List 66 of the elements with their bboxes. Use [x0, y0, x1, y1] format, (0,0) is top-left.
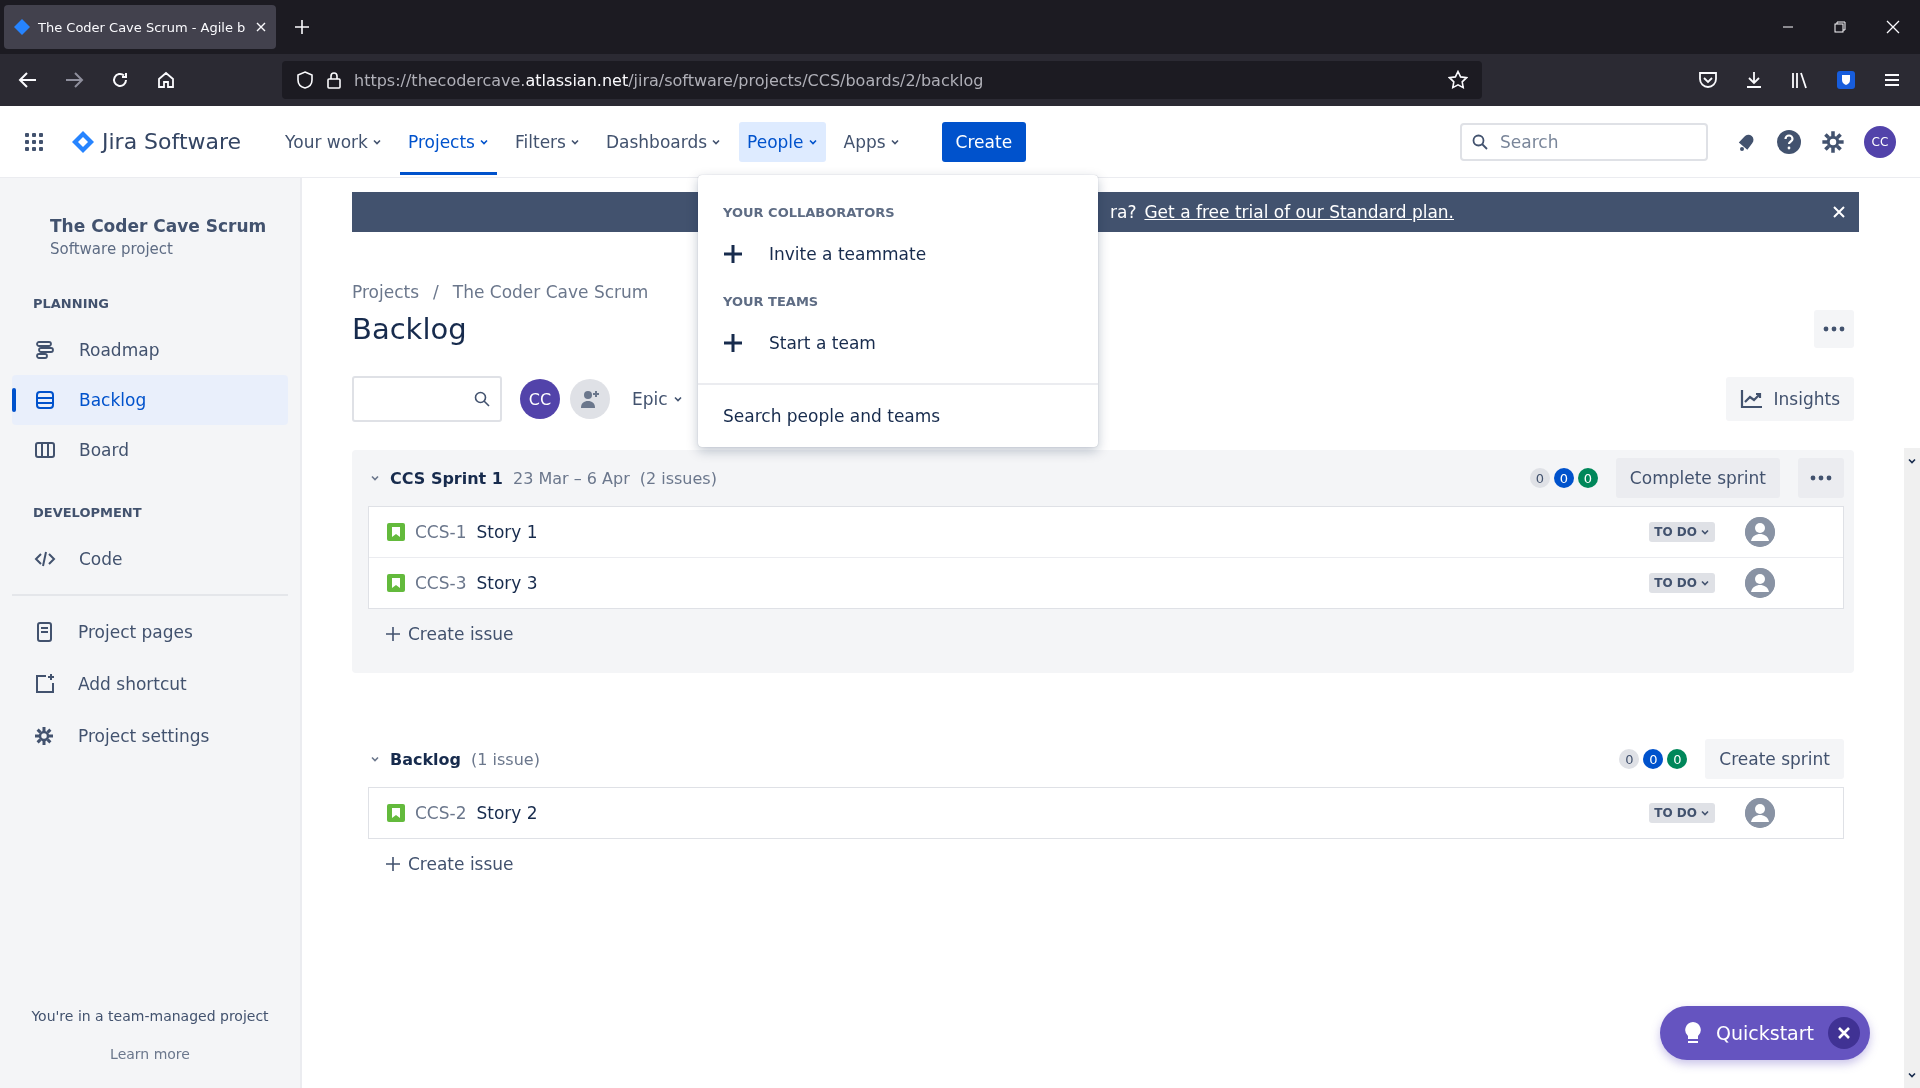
menu-heading: YOUR TEAMS — [722, 293, 820, 311]
count-badge: 0 — [1643, 749, 1664, 769]
create-issue-button[interactable]: Create issue — [370, 839, 530, 889]
project-name: The Coder Cave Scrum — [50, 216, 267, 236]
page-title: Backlog — [352, 312, 467, 346]
insights-button[interactable]: Insights — [1725, 377, 1854, 421]
sidebar-link[interactable]: Project pages — [12, 606, 288, 658]
user-avatar[interactable]: CC — [1864, 125, 1896, 158]
complete-sprint-button[interactable]: Complete sprint — [1615, 458, 1780, 498]
sprint-name[interactable]: Backlog — [390, 749, 462, 769]
issue-row[interactable]: CCS-3 Story 3 TO DO — [369, 558, 1843, 608]
issue-row[interactable]: CCS-1 Story 1 TO DO — [369, 507, 1843, 558]
nav-menu[interactable]: People — [739, 121, 826, 162]
browser-tab[interactable]: The Coder Cave Scrum - Agile b — [4, 5, 276, 49]
nav-menu[interactable]: Filters — [507, 105, 588, 178]
sidebar-link[interactable]: Add shortcut — [12, 658, 288, 710]
sprint-dates: 23 Mar – 6 Apr — [512, 468, 630, 488]
breadcrumb-link[interactable]: The Coder Cave Scrum — [452, 282, 649, 302]
url-text: https://thecodercave.atlassian.net/jira/software/projects/CCS/boards/2/backlog — [354, 70, 985, 90]
nav-menu[interactable]: Your work — [277, 105, 390, 178]
create-issue-button[interactable]: Create issue — [370, 609, 530, 659]
menu-heading: YOUR COLLABORATORS — [722, 204, 896, 222]
sidebar-link[interactable]: Project settings — [12, 710, 288, 762]
breadcrumb-link[interactable]: Projects — [352, 282, 420, 302]
trial-link[interactable]: Get a free trial of our Standard plan. — [1144, 202, 1454, 222]
issue-row[interactable]: CCS-2 Story 2 TO DO — [369, 788, 1843, 838]
project-type: Software project — [50, 240, 174, 258]
issue-key: CCS-2 — [415, 803, 467, 823]
count-badge: 0 — [1529, 468, 1550, 488]
sidebar-item[interactable]: Roadmap — [12, 325, 288, 375]
menu-item[interactable]: Start a team — [698, 317, 1098, 369]
footer-note: You're in a team-managed project — [31, 1008, 269, 1024]
status-dropdown[interactable]: TO DO — [1649, 803, 1715, 823]
section-heading: PLANNING — [32, 296, 111, 311]
quickstart-button[interactable]: Quickstart — [1660, 1006, 1870, 1060]
user-avatar[interactable]: CC — [520, 379, 560, 419]
nav-menu[interactable]: Projects — [399, 105, 497, 178]
sidebar-item[interactable]: Board — [12, 425, 288, 475]
issue-summary: Story 2 — [476, 803, 538, 823]
count-badge: 0 — [1619, 749, 1640, 769]
issue-summary: Story 3 — [476, 573, 538, 593]
create-button[interactable]: Create — [941, 121, 1027, 162]
product-name[interactable]: Jira Software — [102, 129, 242, 154]
section-heading: DEVELOPMENT — [32, 505, 143, 520]
issue-key: CCS-3 — [415, 573, 467, 593]
issue-count: (1 issue) — [471, 749, 540, 769]
count-badge: 0 — [1577, 468, 1598, 488]
status-dropdown[interactable]: TO DO — [1649, 522, 1715, 542]
create-sprint-button[interactable]: Create sprint — [1705, 739, 1844, 779]
sidebar-item[interactable]: Backlog — [12, 375, 288, 425]
banner-text: ra? — [1110, 202, 1137, 222]
search-field[interactable]: Search — [1460, 122, 1708, 161]
learn-more-link[interactable]: Learn more — [110, 1046, 190, 1062]
status-dropdown[interactable]: TO DO — [1649, 573, 1715, 593]
count-badge: 0 — [1553, 468, 1574, 488]
epic-filter[interactable]: Epic — [630, 389, 685, 409]
menu-item[interactable]: Invite a teammate — [698, 228, 1098, 280]
sprint-name[interactable]: CCS Sprint 1 — [390, 468, 503, 488]
sidebar-item[interactable]: Code — [12, 534, 288, 584]
search-people-link[interactable]: Search people and teams — [698, 383, 1098, 447]
issue-key: CCS-1 — [415, 522, 467, 542]
issue-summary: Story 1 — [476, 522, 538, 542]
address-bar[interactable]: https://thecodercave.atlassian.net/jira/software/projects/CCS/boards/2/backlog — [282, 61, 1482, 99]
issue-count: (2 issues) — [639, 468, 717, 488]
count-badge: 0 — [1667, 749, 1688, 769]
breadcrumb-separator: / — [433, 282, 439, 302]
